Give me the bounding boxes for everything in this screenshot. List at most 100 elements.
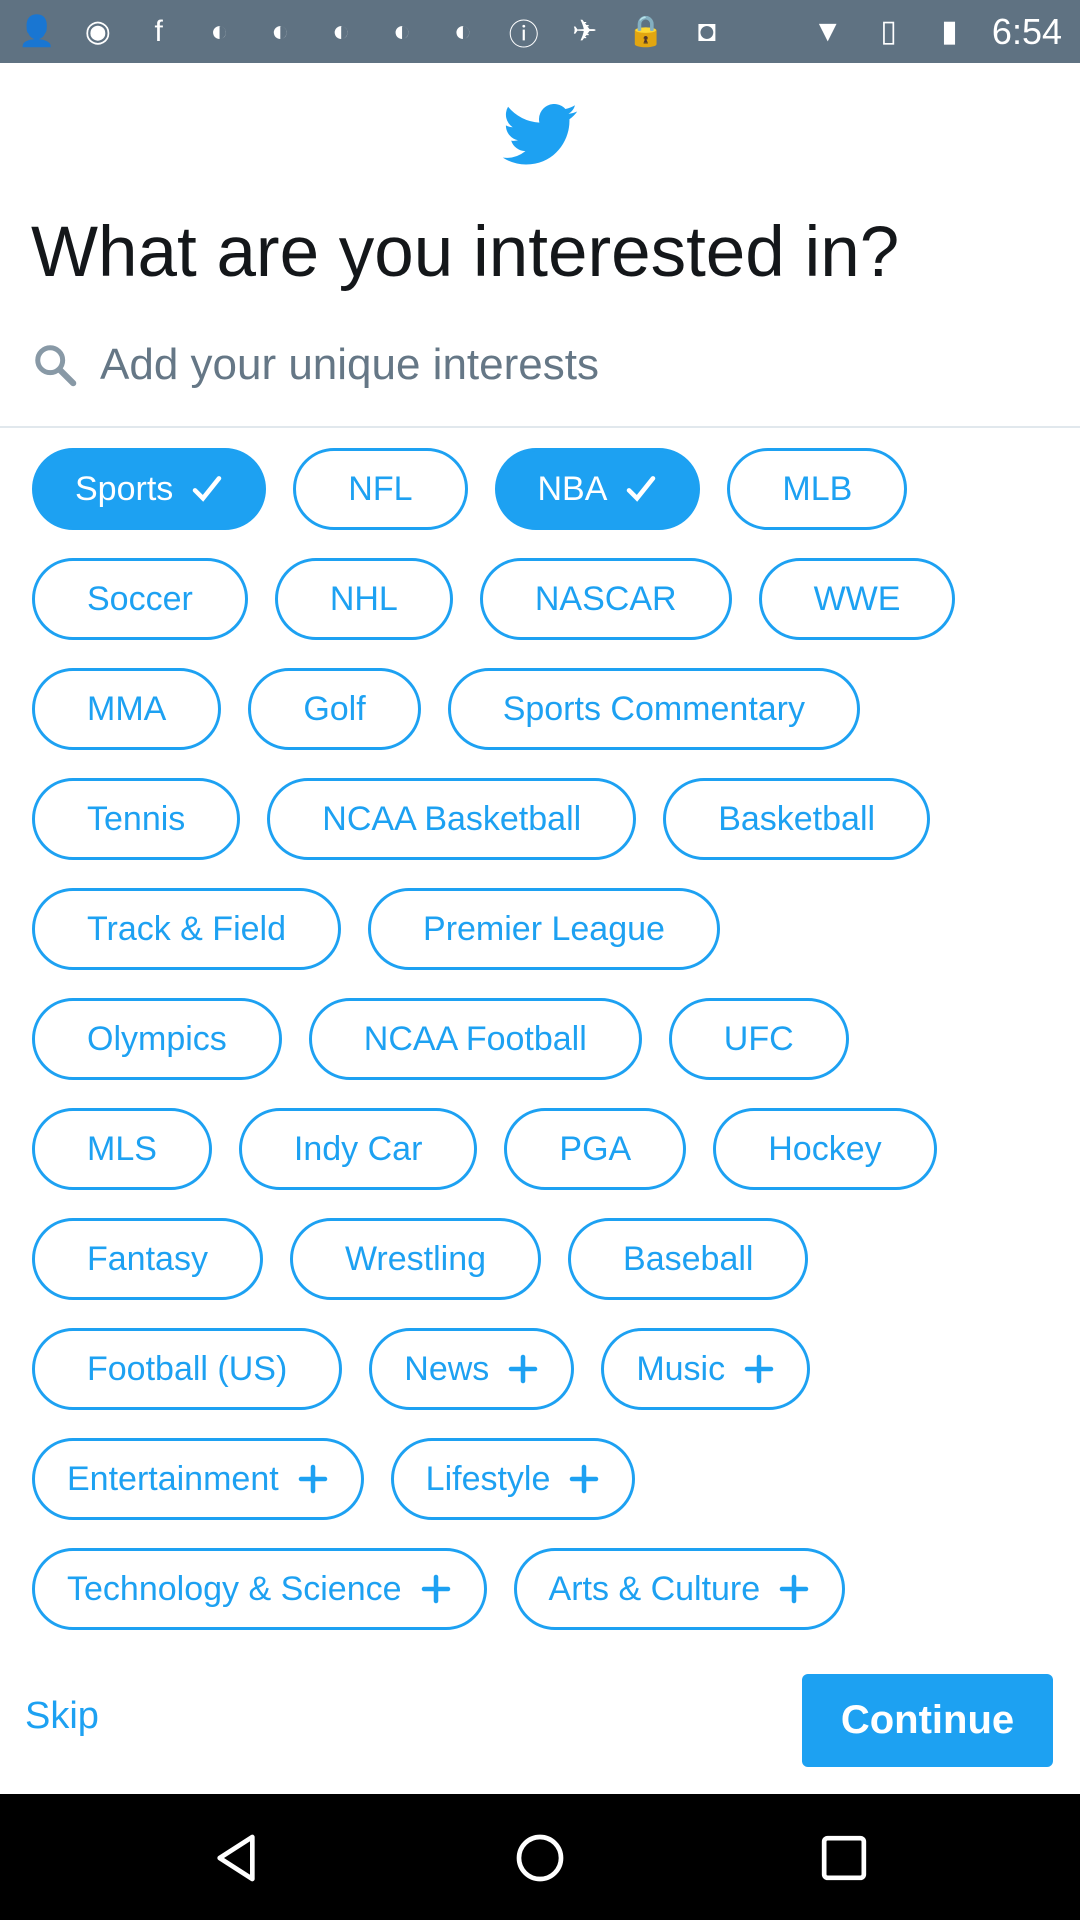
- navigation-bar: [0, 1794, 1080, 1920]
- interest-row: Olympics NCAA Football UFC: [32, 998, 1062, 1080]
- interest-pill-tennis[interactable]: Tennis: [32, 778, 241, 860]
- interest-pill-music[interactable]: Music: [601, 1328, 811, 1410]
- interest-pill-sports-commentary[interactable]: Sports Commentary: [447, 668, 861, 750]
- interest-pill-baseball[interactable]: Baseball: [568, 1218, 809, 1300]
- interest-pill-mls[interactable]: MLS: [32, 1108, 212, 1190]
- plus-icon: [509, 1354, 538, 1384]
- page-title: What are you interested in?: [31, 213, 900, 292]
- no-sim-icon: ▯: [880, 15, 897, 48]
- interest-pill-technology-science[interactable]: Technology & Science: [32, 1548, 487, 1630]
- interest-label: Premier League: [423, 909, 665, 948]
- interest-pill-fantasy[interactable]: Fantasy: [32, 1218, 263, 1300]
- interest-pill-basketball[interactable]: Basketball: [663, 778, 931, 860]
- interest-label: Fantasy: [87, 1239, 208, 1278]
- plus-icon: [421, 1574, 450, 1604]
- battery-charging-icon: ▮: [941, 15, 958, 48]
- add-user-icon: 👤: [18, 15, 56, 48]
- interest-row: Soccer NHL NASCAR WWE: [32, 558, 1062, 640]
- abc6-icon: ◉: [84, 15, 111, 48]
- interest-row: Football (US) News Music: [32, 1328, 1062, 1410]
- interest-pill-premier-league[interactable]: Premier League: [368, 888, 720, 970]
- interest-row: Fantasy Wrestling Baseball: [32, 1218, 1062, 1300]
- abc7-icon: ◐: [271, 14, 290, 48]
- interest-pill-track-field[interactable]: Track & Field: [32, 888, 342, 970]
- interest-pill-nascar[interactable]: NASCAR: [479, 558, 732, 640]
- interest-label: Arts & Culture: [548, 1569, 761, 1608]
- interest-pill-hockey[interactable]: Hockey: [713, 1108, 937, 1190]
- abc7-icon: ◐: [332, 14, 351, 48]
- interest-pill-soccer[interactable]: Soccer: [32, 558, 248, 640]
- search-input[interactable]: [100, 340, 1000, 390]
- interest-label: Golf: [303, 689, 366, 728]
- interest-label: MLB: [782, 469, 853, 508]
- interest-label: Sports Commentary: [502, 689, 806, 728]
- interest-label: Technology & Science: [67, 1569, 402, 1608]
- interest-row: Track & Field Premier League: [32, 888, 1062, 970]
- interest-pill-lifestyle[interactable]: Lifestyle: [390, 1438, 636, 1520]
- interest-pill-golf[interactable]: Golf: [248, 668, 421, 750]
- check-icon: [192, 476, 222, 502]
- twitter-logo-icon: [502, 104, 578, 165]
- interest-row: Tennis NCAA Basketball Basketball: [32, 778, 1062, 860]
- interest-label: Football (US): [87, 1349, 288, 1388]
- interest-pill-nba[interactable]: NBA: [494, 448, 701, 530]
- interest-label: WWE: [813, 579, 901, 618]
- home-icon[interactable]: [512, 1830, 568, 1886]
- interest-label: News: [404, 1349, 490, 1388]
- interest-label: Track & Field: [87, 909, 287, 948]
- interest-pill-ufc[interactable]: UFC: [668, 998, 849, 1080]
- interest-pill-football-us-[interactable]: Football (US): [32, 1328, 343, 1410]
- interest-pill-wrestling[interactable]: Wrestling: [289, 1218, 542, 1300]
- info-icon: ⓘ: [508, 18, 539, 52]
- abc7-icon: ◐: [453, 14, 472, 48]
- wifi-icon: ▼: [812, 14, 843, 48]
- interest-label: NBA: [537, 469, 608, 508]
- lock-icon: 🔒: [627, 15, 665, 48]
- divider: [0, 426, 1080, 428]
- interest-pill-entertainment[interactable]: Entertainment: [32, 1438, 364, 1520]
- search-icon: [35, 345, 77, 387]
- recents-icon[interactable]: [816, 1830, 872, 1886]
- interest-pill-nfl[interactable]: NFL: [293, 448, 468, 530]
- interest-label: Basketball: [718, 799, 876, 838]
- interest-label: NCAA Basketball: [322, 799, 582, 838]
- interest-label: PGA: [559, 1129, 632, 1168]
- check-icon: [627, 476, 656, 502]
- interest-pill-indy-car[interactable]: Indy Car: [238, 1108, 478, 1190]
- interest-row: Sports NFL NBA MLB: [32, 448, 1062, 530]
- interest-pill-mlb[interactable]: MLB: [727, 448, 908, 530]
- interest-list: Sports NFL NBA MLB Soccer NHL NASCAR WWE MMA Golf…: [32, 448, 1062, 1658]
- interest-pill-nhl[interactable]: NHL: [274, 558, 453, 640]
- interest-pill-mma[interactable]: MMA: [32, 668, 222, 750]
- interest-label: Hockey: [768, 1129, 882, 1168]
- interest-pill-news[interactable]: News: [369, 1328, 575, 1410]
- interest-row: Technology & Science Arts & Culture: [32, 1548, 1062, 1630]
- interest-pill-sports[interactable]: Sports: [32, 448, 267, 530]
- interest-pill-wwe[interactable]: WWE: [758, 558, 956, 640]
- plus-icon: [570, 1464, 599, 1494]
- back-icon[interactable]: [208, 1830, 264, 1886]
- plus-icon: [779, 1574, 809, 1604]
- facebook-icon: f: [154, 14, 163, 48]
- status-bar: 👤 ◉ f ◐ ◐ ◐ ◐ ◐ ⓘ ✈ 🔒 ◘ ▼ ▯ ▮ 6:54: [0, 0, 1080, 63]
- abc7-icon: ◐: [393, 14, 412, 48]
- interest-search[interactable]: [32, 335, 1052, 395]
- skip-button[interactable]: Skip: [25, 1695, 99, 1738]
- android-icon: ◘: [697, 14, 716, 48]
- interest-pill-olympics[interactable]: Olympics: [32, 998, 282, 1080]
- continue-button[interactable]: Continue: [802, 1674, 1053, 1767]
- plus-icon: [298, 1464, 327, 1494]
- interest-label: Wrestling: [344, 1239, 487, 1278]
- interest-pill-arts-culture[interactable]: Arts & Culture: [513, 1548, 846, 1630]
- abc7-icon: ◐: [210, 14, 229, 48]
- interest-label: NCAA Football: [363, 1019, 587, 1058]
- interest-label: NASCAR: [534, 579, 677, 618]
- interest-label: NHL: [329, 579, 398, 618]
- interest-label: MMA: [87, 689, 167, 728]
- fake-gps-icon: ✈: [572, 15, 598, 48]
- interest-pill-ncaa-basketball[interactable]: NCAA Basketball: [267, 778, 637, 860]
- interest-pill-ncaa-football[interactable]: NCAA Football: [308, 998, 642, 1080]
- clock: 6:54: [991, 10, 1062, 52]
- interest-label: Indy Car: [293, 1129, 423, 1168]
- interest-pill-pga[interactable]: PGA: [504, 1108, 687, 1190]
